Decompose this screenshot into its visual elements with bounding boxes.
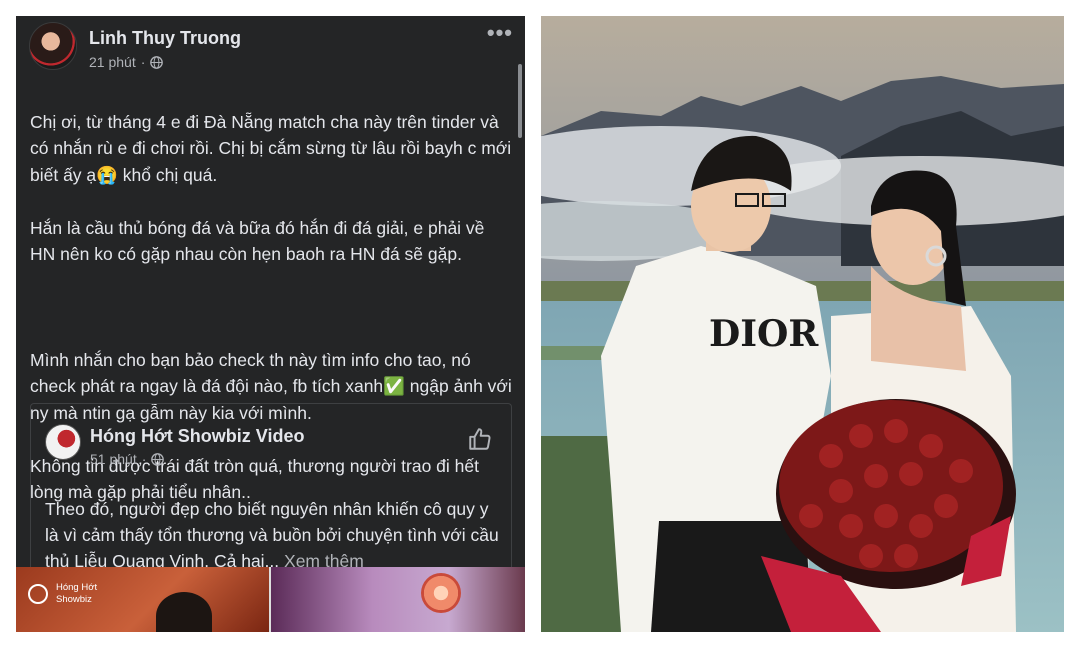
like-icon[interactable] (467, 426, 493, 452)
shared-time[interactable]: 51 phút (90, 451, 137, 467)
post-paragraph: Hắn là cầu thủ bóng đá và bữa đó hắn đi … (30, 217, 485, 265)
more-options-button[interactable]: ••• (487, 20, 513, 46)
thumbnail-watermark: Hóng Hớt Showbiz (56, 582, 98, 605)
shared-page-name[interactable]: Hóng Hớt Showbiz Video (90, 426, 304, 447)
author-avatar[interactable] (29, 22, 77, 70)
globe-icon (150, 55, 164, 69)
globe-icon (151, 452, 165, 466)
couple-photo: DIOR (541, 16, 1064, 632)
media-thumbnail[interactable] (269, 567, 525, 632)
post-time[interactable]: 21 phút (89, 54, 136, 70)
page-avatar[interactable] (45, 424, 81, 460)
shared-media-preview[interactable]: Hóng Hớt Showbiz (16, 567, 525, 632)
photo-illustration: DIOR (541, 16, 1064, 632)
shared-text: Theo đó, người đẹp cho biết nguyên nhân … (45, 499, 499, 571)
scrollbar-thumb[interactable] (518, 64, 522, 138)
post-meta: 21 phút · (89, 54, 164, 70)
page-logo-icon (28, 584, 48, 604)
post-author[interactable]: Linh Thuy Truong (89, 28, 241, 49)
facebook-post: Linh Thuy Truong 21 phút · ••• Chị ơi, t… (16, 16, 525, 632)
media-thumbnail[interactable]: Hóng Hớt Showbiz (16, 567, 269, 632)
post-paragraph: Chị ơi, từ tháng 4 e đi Đà Nẵng match ch… (30, 111, 512, 185)
shirt-print: DIOR (709, 313, 819, 355)
shared-meta: 51 phút · (90, 451, 165, 467)
